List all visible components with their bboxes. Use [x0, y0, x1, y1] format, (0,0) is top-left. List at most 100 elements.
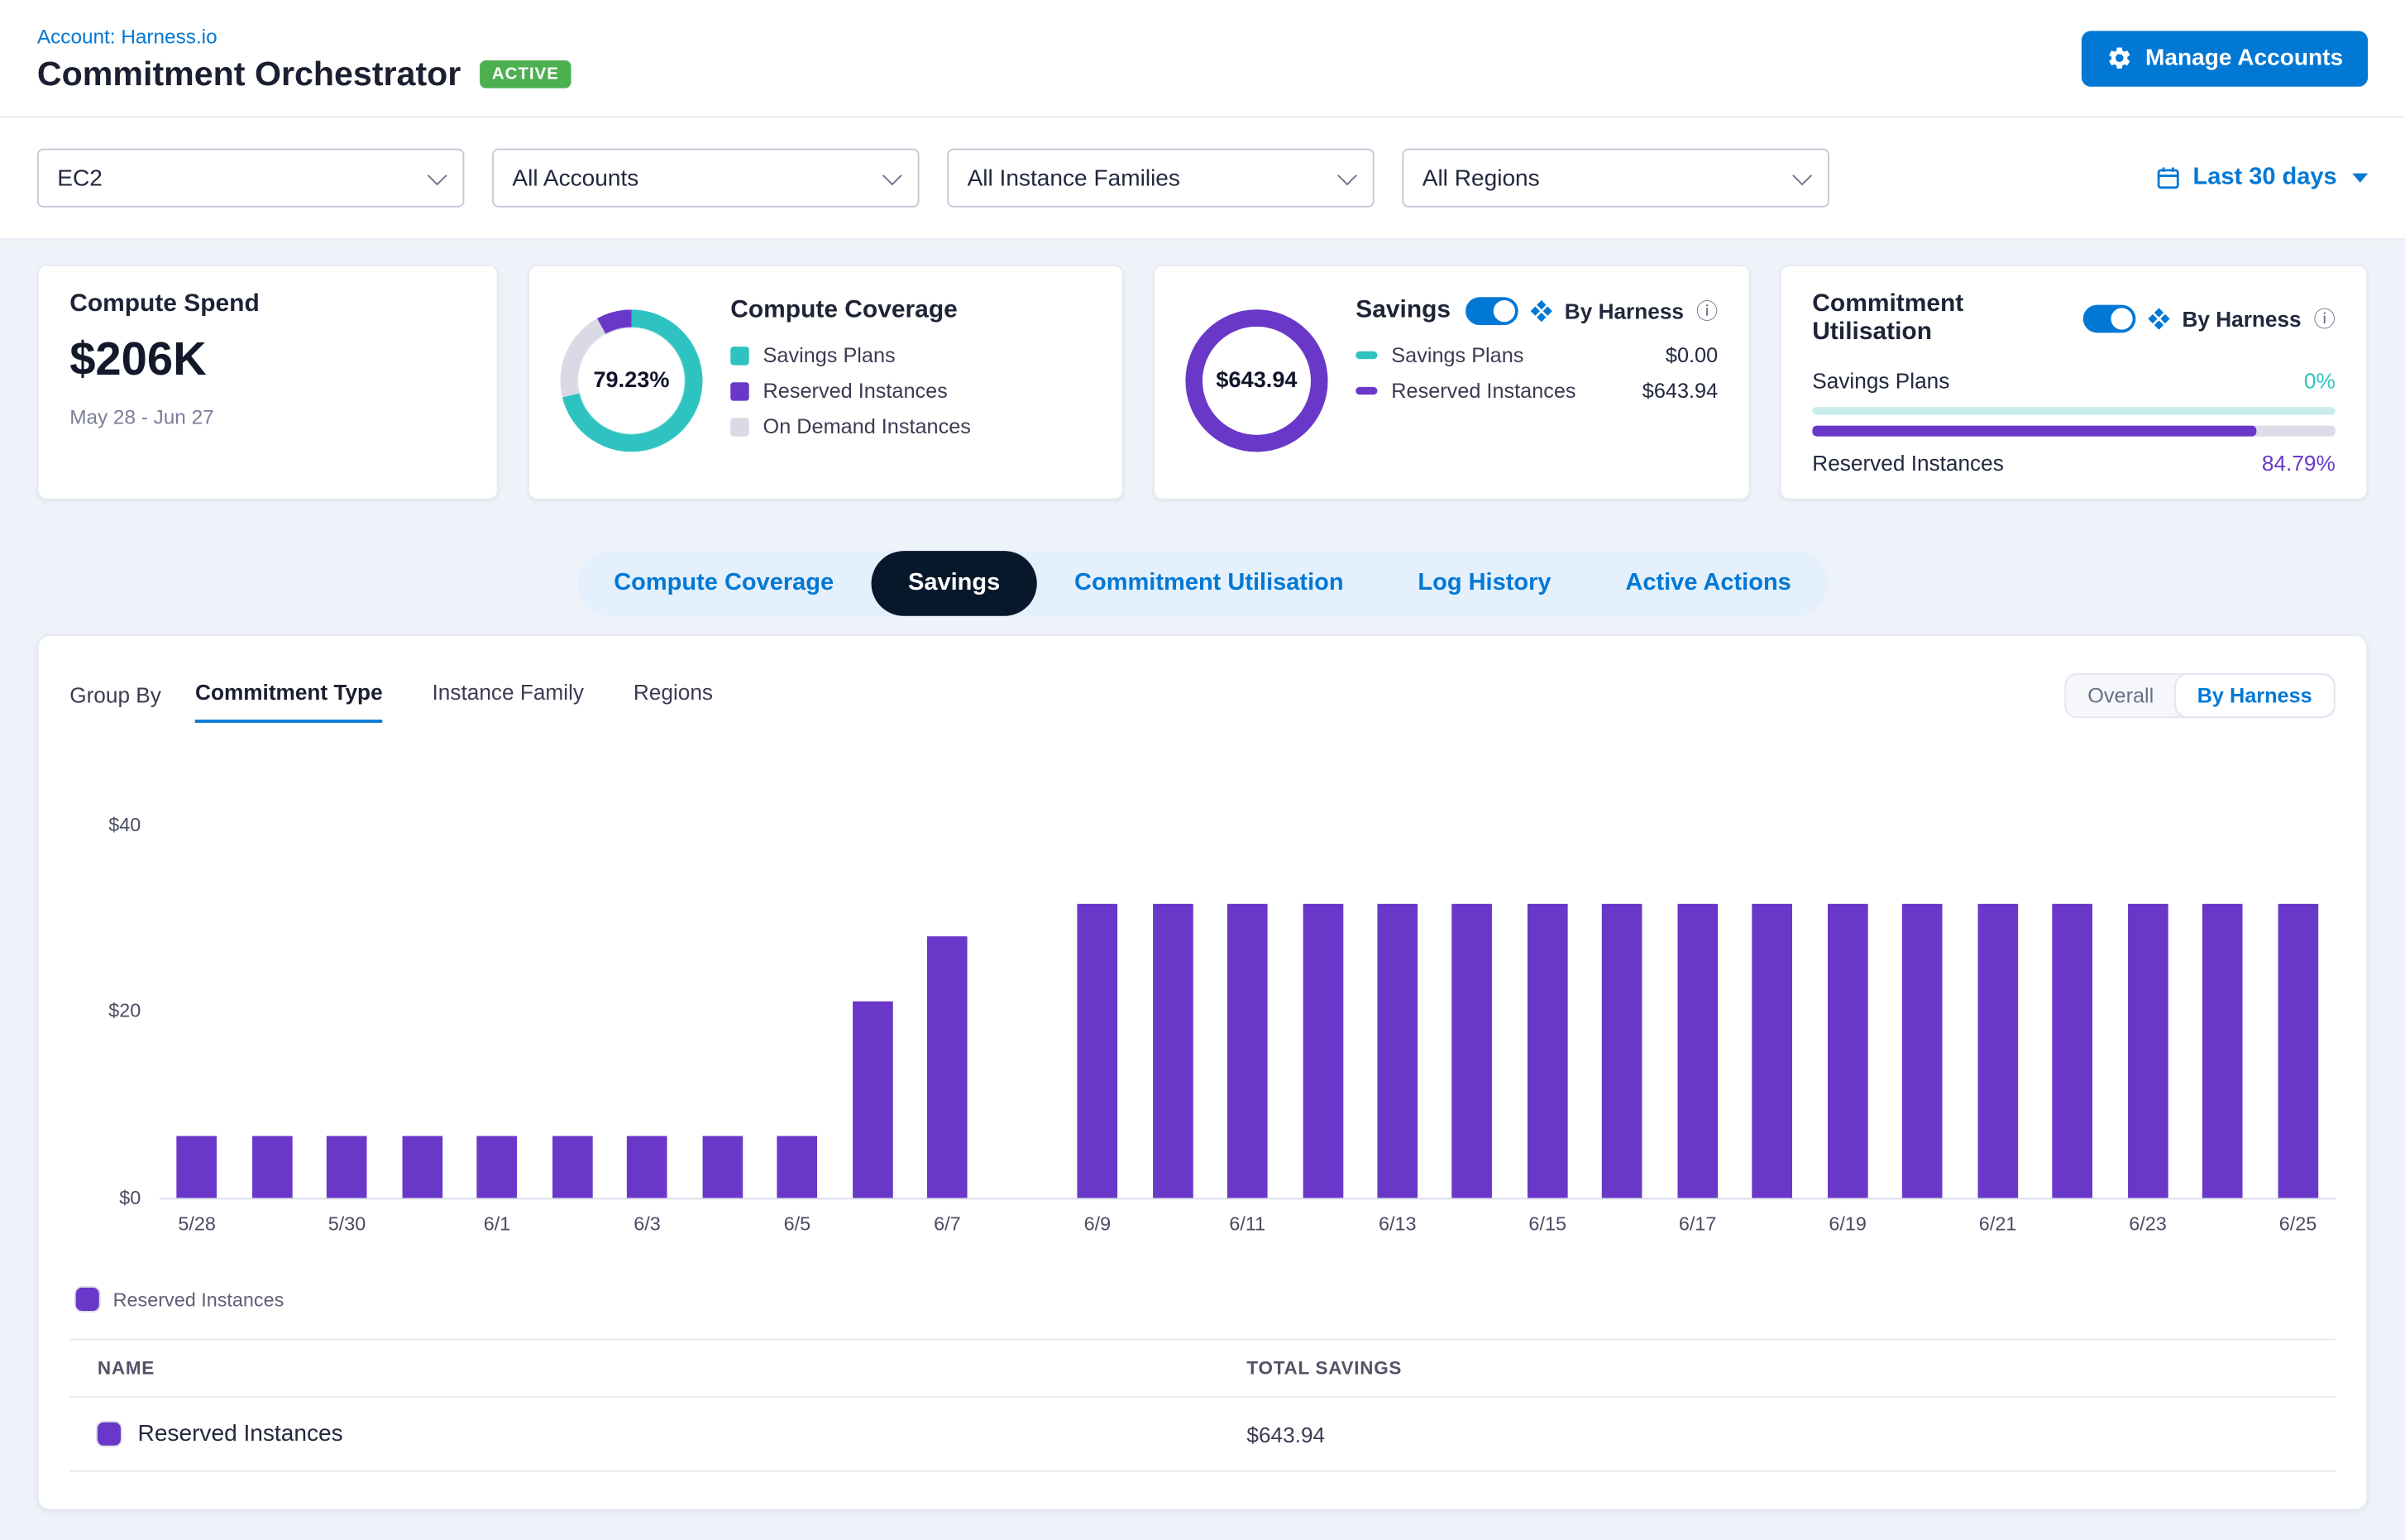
- toggle-knob: [2111, 308, 2132, 329]
- bar-6/18[interactable]: [1735, 825, 1810, 1198]
- service-select[interactable]: EC2: [37, 149, 464, 208]
- bar-6/21[interactable]: [1960, 825, 2035, 1198]
- bar-6/19[interactable]: [1810, 825, 1886, 1198]
- bar-6/14[interactable]: [1435, 825, 1510, 1198]
- x-axis-tick: 6/11: [1210, 1213, 1285, 1241]
- x-axis-tick: [1435, 1213, 1510, 1241]
- bar-6/11[interactable]: [1210, 825, 1285, 1198]
- by-harness-option[interactable]: By Harness: [2175, 674, 2333, 716]
- bar: [1528, 904, 1568, 1198]
- manage-accounts-button[interactable]: Manage Accounts: [2082, 30, 2368, 85]
- on-demand-swatch: [730, 417, 748, 435]
- x-axis-tick: [234, 1213, 309, 1241]
- date-range-picker[interactable]: Last 30 days: [2156, 164, 2368, 192]
- bar-6/9[interactable]: [1059, 825, 1135, 1198]
- accounts-select-value: All Accounts: [512, 165, 638, 191]
- bar-6/23[interactable]: [2111, 825, 2186, 1198]
- x-axis-tick: 6/21: [1960, 1213, 2035, 1241]
- tab-active-actions[interactable]: Active Actions: [1588, 551, 1828, 616]
- savings-title: Savings: [1356, 297, 1451, 325]
- bar: [2053, 904, 2093, 1198]
- chart-legend[interactable]: Reserved Instances: [69, 1288, 2336, 1311]
- bar-6/2[interactable]: [534, 825, 610, 1198]
- table-row[interactable]: Reserved Instances $643.94: [69, 1398, 2336, 1472]
- savings-plans-progressbar: [1812, 407, 2335, 414]
- bar-6/15[interactable]: [1510, 825, 1585, 1198]
- summary-cards: Compute Spend $206K May 28 - Jun 27 79.2…: [0, 240, 2405, 500]
- bar-6/12[interactable]: [1285, 825, 1360, 1198]
- page-title: Commitment Orchestrator: [37, 54, 461, 94]
- compute-spend-value: $206K: [69, 334, 466, 387]
- x-axis-tick: [2035, 1213, 2111, 1241]
- bar: [2128, 904, 2168, 1198]
- tab-savings[interactable]: Savings: [871, 551, 1037, 616]
- bar-6/7[interactable]: [910, 825, 985, 1198]
- savings-plans-swatch: [730, 346, 748, 364]
- group-by-label: Group By: [69, 682, 161, 707]
- bar-6/13[interactable]: [1360, 825, 1435, 1198]
- bar-6/1[interactable]: [460, 825, 535, 1198]
- bar-6/17[interactable]: [1660, 825, 1735, 1198]
- chevron-down-icon: [428, 165, 447, 185]
- bar: [251, 1136, 292, 1198]
- bar-6/24[interactable]: [2185, 825, 2260, 1198]
- accounts-select[interactable]: All Accounts: [492, 149, 919, 208]
- by-harness-toggle[interactable]: [2083, 305, 2136, 333]
- bar-5/30[interactable]: [309, 825, 385, 1198]
- compute-coverage-title: Compute Coverage: [730, 297, 1091, 325]
- bar: [1078, 904, 1118, 1198]
- x-axis-tick: 5/28: [160, 1213, 235, 1241]
- x-axis-tick: 6/7: [910, 1213, 985, 1241]
- x-axis-tick: [385, 1213, 460, 1241]
- regions-select[interactable]: All Regions: [1402, 149, 1829, 208]
- tab-commitment-utilisation[interactable]: Commitment Utilisation: [1037, 551, 1380, 616]
- bar-6/16[interactable]: [1585, 825, 1661, 1198]
- groupby-tab-commitment-type[interactable]: Commitment Type: [195, 680, 383, 710]
- savings-plans-percent: 0%: [2304, 366, 2336, 396]
- by-harness-label: By Harness: [2182, 307, 2301, 332]
- bar-5/31[interactable]: [385, 825, 460, 1198]
- bar-6/10[interactable]: [1135, 825, 1210, 1198]
- x-axis-tick: 6/3: [610, 1213, 685, 1241]
- bar-6/8[interactable]: [985, 825, 1060, 1198]
- compute-spend-period: May 28 - Jun 27: [69, 405, 466, 428]
- bar: [1828, 904, 1868, 1198]
- account-breadcrumb-link[interactable]: Account: Harness.io: [37, 24, 218, 47]
- savings-plans-swatch: [1356, 352, 1377, 359]
- bar-5/29[interactable]: [234, 825, 309, 1198]
- bar-6/3[interactable]: [610, 825, 685, 1198]
- bar: [402, 1136, 442, 1198]
- y-axis-tick: $0: [69, 1187, 141, 1208]
- x-axis-tick: 6/9: [1059, 1213, 1135, 1241]
- savings-table: NAME TOTAL SAVINGS Reserved Instances $6…: [69, 1339, 2336, 1472]
- tab-log-history[interactable]: Log History: [1380, 551, 1588, 616]
- main-tabs: Compute Coverage Savings Commitment Util…: [576, 551, 1828, 616]
- harness-logo-icon: [1531, 300, 1552, 322]
- x-axis-tick: [834, 1213, 910, 1241]
- tab-compute-coverage[interactable]: Compute Coverage: [576, 551, 871, 616]
- by-harness-toggle[interactable]: [1465, 297, 1518, 325]
- bar-6/25[interactable]: [2260, 825, 2336, 1198]
- manage-accounts-label: Manage Accounts: [2145, 45, 2343, 71]
- groupby-tab-regions[interactable]: Regions: [634, 680, 713, 710]
- x-axis-tick: [1585, 1213, 1661, 1241]
- caret-down-icon: [2352, 174, 2368, 183]
- overall-option[interactable]: Overall: [2066, 674, 2175, 716]
- bar: [852, 1002, 892, 1198]
- info-icon[interactable]: ⓘ: [2314, 308, 2336, 329]
- reserved-instances-label: Reserved Instances: [1812, 447, 2004, 478]
- bar-5/28[interactable]: [160, 825, 235, 1198]
- by-harness-label: By Harness: [1565, 299, 1684, 323]
- bar-6/4[interactable]: [685, 825, 760, 1198]
- bar-6/5[interactable]: [760, 825, 835, 1198]
- info-icon[interactable]: ⓘ: [1696, 300, 1718, 322]
- reserved-instances-swatch: [730, 381, 748, 399]
- bar-6/6[interactable]: [834, 825, 910, 1198]
- bar-6/20[interactable]: [1886, 825, 1961, 1198]
- reserved-instances-swatch: [98, 1423, 121, 1446]
- instance-families-select[interactable]: All Instance Families: [947, 149, 1374, 208]
- bar: [627, 1136, 667, 1198]
- bar-6/22[interactable]: [2035, 825, 2111, 1198]
- reserved-instances-swatch: [76, 1288, 99, 1311]
- groupby-tab-instance-family[interactable]: Instance Family: [433, 680, 584, 710]
